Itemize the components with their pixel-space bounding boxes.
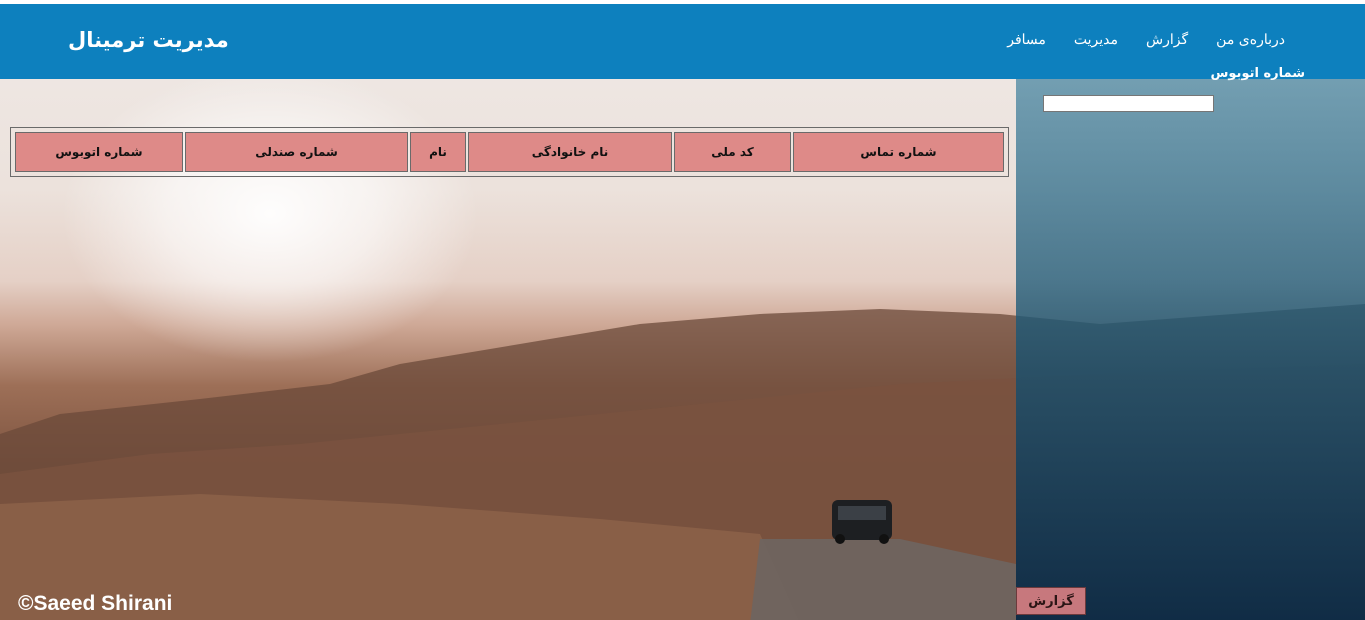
nav-link-report[interactable]: گزارش <box>1146 32 1188 48</box>
brand-title[interactable]: مدیریت ترمینال <box>68 28 229 52</box>
column-header-phone: شماره تماس <box>793 132 1004 172</box>
column-header-first-name: نام <box>410 132 466 172</box>
bus-number-input[interactable] <box>1043 95 1214 112</box>
nav-link-about[interactable]: درباره‌ی من <box>1216 32 1285 48</box>
table-header-row: شماره تماس کد ملی نام خانوادگی نام شماره… <box>15 132 1004 172</box>
column-header-last-name: نام خانوادگی <box>468 132 672 172</box>
passenger-table-grid: شماره تماس کد ملی نام خانوادگی نام شماره… <box>13 130 1006 174</box>
nav-link-management[interactable]: مدیریت <box>1074 32 1118 48</box>
bus-number-label: شماره اتوبوس <box>1210 66 1305 81</box>
passenger-table: شماره تماس کد ملی نام خانوادگی نام شماره… <box>10 127 1009 177</box>
nav-link-passenger[interactable]: مسافر <box>1007 32 1046 48</box>
report-button[interactable]: گزارش <box>1016 587 1086 615</box>
column-header-national-id: کد ملی <box>674 132 791 172</box>
photo-credit: ©Saeed Shirani <box>18 592 173 615</box>
column-header-bus-number: شماره اتوبوس <box>15 132 183 172</box>
main-nav: درباره‌ی من گزارش مدیریت مسافر <box>1007 32 1285 48</box>
column-header-seat-number: شماره صندلی <box>185 132 408 172</box>
top-navbar: مدیریت ترمینال درباره‌ی من گزارش مدیریت … <box>0 4 1365 79</box>
